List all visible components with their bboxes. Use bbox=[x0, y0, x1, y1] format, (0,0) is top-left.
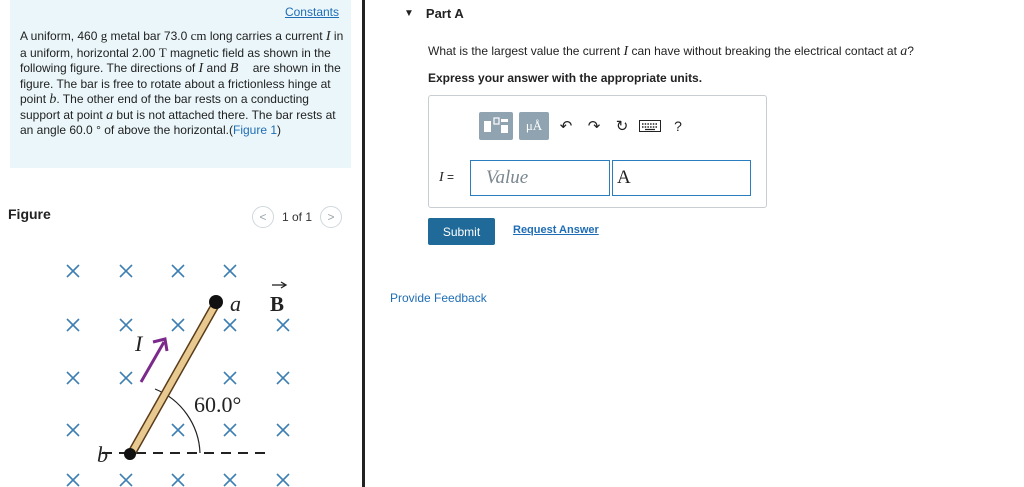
collapse-triangle-icon[interactable]: ▼ bbox=[404, 8, 414, 19]
answer-panel: μÅ ↶ ↷ ↻ ? I = Value A bbox=[428, 95, 767, 208]
problem-text-part: A uniform, 460 bbox=[20, 29, 101, 43]
request-answer-link[interactable]: Request Answer bbox=[513, 224, 599, 236]
unit-input[interactable]: A bbox=[612, 160, 751, 196]
question-part: ? bbox=[907, 44, 914, 58]
value-input[interactable]: Value bbox=[470, 160, 610, 196]
figure-link[interactable]: Figure 1 bbox=[233, 123, 277, 137]
pager-count: 1 of 1 bbox=[282, 210, 313, 224]
undo-icon[interactable]: ↶ bbox=[555, 112, 577, 140]
field-x-marker bbox=[66, 318, 80, 332]
prev-figure-button[interactable]: < bbox=[252, 206, 274, 228]
field-x-marker bbox=[276, 423, 290, 437]
hinge-point-b bbox=[124, 448, 136, 460]
math-toolbar: μÅ ↶ ↷ ↻ ? bbox=[479, 112, 689, 140]
reset-icon[interactable]: ↻ bbox=[611, 112, 633, 140]
column-divider bbox=[362, 0, 365, 487]
field-x-marker bbox=[223, 371, 237, 385]
field-x-marker bbox=[223, 423, 237, 437]
field-x-marker bbox=[119, 473, 133, 487]
problem-text-part: long carries a current bbox=[206, 29, 326, 43]
constants-link[interactable]: Constants bbox=[285, 5, 339, 19]
next-figure-button[interactable]: > bbox=[320, 206, 343, 228]
field-unit: T bbox=[158, 44, 167, 60]
keyboard-glyph bbox=[639, 120, 661, 132]
field-x-marker bbox=[223, 264, 237, 278]
help-icon[interactable]: ? bbox=[667, 112, 689, 140]
question-part: can have without breaking the electrical… bbox=[628, 44, 901, 58]
field-x-marker bbox=[66, 423, 80, 437]
template-icon bbox=[484, 117, 508, 133]
support-point-a bbox=[209, 295, 223, 309]
field-x-marker bbox=[119, 264, 133, 278]
point-a-label: a bbox=[230, 291, 241, 316]
field-x-marker bbox=[66, 371, 80, 385]
problem-statement-box: Constants A uniform, 460 g metal bar 73.… bbox=[10, 0, 351, 168]
point-a-variable: a bbox=[106, 107, 114, 123]
problem-text-part: and bbox=[203, 61, 230, 75]
field-x-marker bbox=[66, 473, 80, 487]
field-x-marker bbox=[171, 264, 185, 278]
question-part: What is the largest value the current bbox=[428, 44, 624, 58]
question-text: What is the largest value the current I … bbox=[428, 44, 914, 60]
field-variable: B⃗ bbox=[229, 61, 250, 76]
problem-text-part: ) bbox=[277, 123, 282, 137]
field-x-marker bbox=[66, 264, 80, 278]
point-b-label: b bbox=[97, 442, 108, 467]
answer-equals: = bbox=[443, 170, 455, 184]
answer-instruction: Express your answer with the appropriate… bbox=[428, 71, 703, 85]
template-button[interactable] bbox=[479, 112, 513, 140]
length-unit: cm bbox=[190, 28, 207, 43]
part-title: Part A bbox=[425, 6, 464, 21]
part-a-header[interactable]: ▼ Part A bbox=[404, 6, 464, 21]
provide-feedback-link[interactable]: Provide Feedback bbox=[390, 291, 487, 305]
redo-icon[interactable]: ↷ bbox=[583, 112, 605, 140]
answer-label: I = bbox=[439, 170, 454, 186]
angle-label: 60.0° bbox=[194, 392, 241, 417]
bar-in-field-figure: I a b B 60.0° bbox=[66, 264, 290, 487]
problem-text: A uniform, 460 g metal bar 73.0 cm long … bbox=[20, 28, 345, 139]
field-x-marker bbox=[171, 318, 185, 332]
figure-heading: Figure bbox=[8, 206, 51, 222]
keyboard-icon[interactable] bbox=[639, 112, 661, 140]
field-x-marker bbox=[223, 473, 237, 487]
field-x-marker bbox=[119, 318, 133, 332]
field-label: B bbox=[270, 292, 284, 316]
field-x-marker bbox=[276, 473, 290, 487]
problem-text-part: metal bar 73.0 bbox=[107, 29, 191, 43]
field-x-marker bbox=[171, 473, 185, 487]
field-x-marker bbox=[119, 371, 133, 385]
current-arrow-shaft bbox=[139, 341, 166, 383]
field-x-marker bbox=[276, 318, 290, 332]
units-button[interactable]: μÅ bbox=[519, 112, 549, 140]
figure-pager: < 1 of 1 > bbox=[252, 206, 343, 228]
problem-text-part: of above the horizontal.( bbox=[100, 123, 233, 137]
field-x-marker bbox=[223, 318, 237, 332]
current-label: I bbox=[134, 331, 144, 356]
field-x-marker bbox=[276, 371, 290, 385]
field-x-marker bbox=[171, 423, 185, 437]
submit-button[interactable]: Submit bbox=[428, 218, 495, 245]
